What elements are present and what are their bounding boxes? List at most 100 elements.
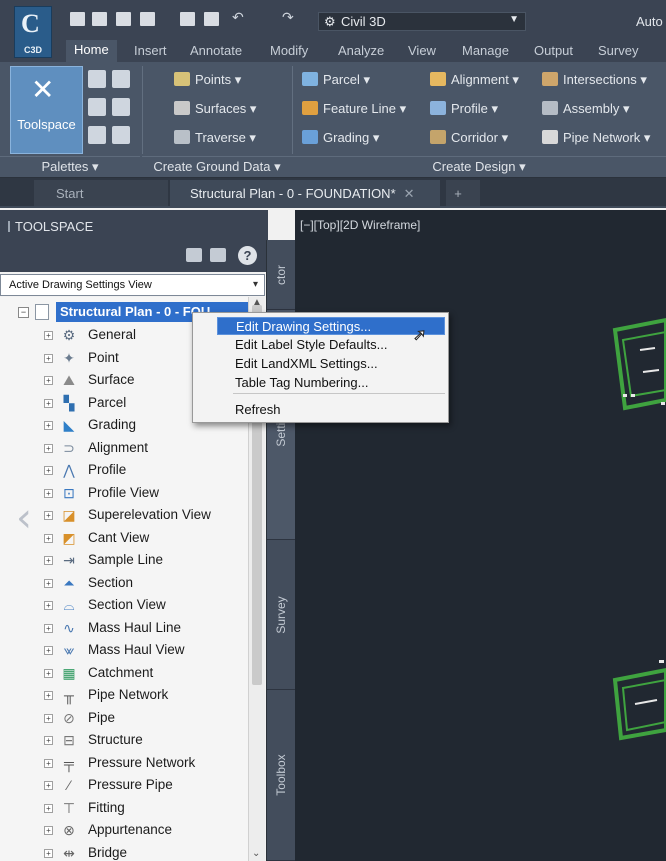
expand-icon[interactable]: +: [44, 758, 53, 768]
assembly-button[interactable]: Assembly ▾: [542, 101, 630, 117]
tree-item-label: Catchment: [88, 664, 154, 680]
expand-icon[interactable]: +: [44, 826, 53, 835]
expand-icon[interactable]: +: [44, 466, 53, 475]
alignment-button[interactable]: Alignment ▾: [430, 72, 519, 88]
close-icon[interactable]: ✕: [404, 186, 415, 201]
expand-icon[interactable]: +: [44, 398, 53, 408]
pipe-network-button[interactable]: Pipe Network ▾: [542, 130, 650, 146]
grading-button[interactable]: Grading ▾: [302, 130, 379, 146]
publish-icon[interactable]: [180, 12, 195, 26]
expand-icon[interactable]: +: [44, 578, 53, 588]
tab-annotate[interactable]: Annotate: [190, 43, 242, 58]
tab-home[interactable]: Home: [66, 40, 117, 62]
intersections-button[interactable]: Intersections ▾: [542, 72, 647, 88]
traverse-button[interactable]: Traverse ▾: [174, 130, 256, 146]
profile-button[interactable]: Profile ▾: [430, 101, 498, 117]
tab-view[interactable]: View: [408, 43, 436, 58]
expand-icon[interactable]: +: [44, 646, 53, 655]
plot-icon[interactable]: [204, 12, 219, 26]
expand-icon[interactable]: +: [44, 623, 53, 633]
tab-insert[interactable]: Insert: [134, 43, 167, 58]
scroll-down-icon[interactable]: ⌄: [252, 848, 260, 859]
expand-icon[interactable]: +: [44, 848, 53, 858]
expand-icon[interactable]: +: [44, 713, 53, 723]
corridor-button[interactable]: Corridor ▾: [430, 130, 508, 146]
expand-icon[interactable]: +: [44, 353, 53, 363]
foundation-object-lower[interactable]: [605, 650, 666, 750]
tab-start[interactable]: Start: [34, 180, 168, 206]
window-icon[interactable]: [210, 248, 226, 262]
create-ground-data-panel-title[interactable]: Create Ground Data ▾: [142, 156, 292, 178]
save-as-icon[interactable]: [140, 12, 155, 26]
help-icon[interactable]: ?: [238, 246, 257, 265]
expand-icon[interactable]: +: [44, 488, 53, 498]
new-tab-button[interactable]: +: [446, 180, 480, 206]
tree-item-label: Pressure Network: [88, 754, 196, 770]
expand-icon[interactable]: +: [44, 376, 53, 385]
section-view-icon: ⌓: [63, 597, 75, 613]
tab-survey[interactable]: Survey: [267, 540, 295, 690]
tab-manage[interactable]: Manage: [462, 43, 509, 58]
expand-icon[interactable]: +: [44, 736, 53, 745]
menu-item-edit-landxml-settings[interactable]: Edit LandXML Settings...: [217, 355, 445, 373]
points-button[interactable]: Points ▾: [174, 72, 241, 88]
tab-prospector[interactable]: ctor: [267, 240, 295, 310]
menu-item-refresh[interactable]: Refresh: [217, 401, 445, 419]
chevron-left-icon[interactable]: ‹: [16, 495, 32, 541]
profile-view-icon: ⊡: [63, 484, 75, 501]
viewport-controls[interactable]: [−][Top][2D Wireframe]: [300, 218, 420, 232]
panorama-icon[interactable]: [88, 98, 106, 116]
open-icon[interactable]: [92, 12, 107, 26]
surfaces-button[interactable]: Surfaces ▾: [174, 101, 256, 117]
expand-icon[interactable]: +: [44, 443, 53, 453]
tab-start-label: Start: [56, 186, 84, 201]
new-icon[interactable]: [70, 12, 85, 26]
expand-icon[interactable]: +: [44, 331, 53, 340]
expand-icon[interactable]: +: [44, 803, 53, 813]
app-menu-button[interactable]: C C3D: [14, 6, 52, 58]
tab-survey-label: Survey: [274, 595, 288, 634]
ground-data-label: Create Ground Data: [153, 159, 271, 174]
expand-icon[interactable]: +: [44, 511, 53, 520]
save-icon[interactable]: [116, 12, 131, 26]
tab-modify[interactable]: Modify: [270, 43, 308, 58]
collapse-icon[interactable]: −: [18, 307, 29, 318]
view-select[interactable]: Active Drawing Settings View ▾: [0, 274, 265, 296]
expand-icon[interactable]: +: [44, 601, 53, 610]
design-center-icon[interactable]: [112, 126, 130, 144]
foundation-object-upper[interactable]: [595, 310, 666, 420]
expand-icon[interactable]: +: [44, 668, 53, 678]
menu-item-edit-drawing-settings[interactable]: Edit Drawing Settings...: [217, 317, 445, 335]
tree-item-label: Profile: [88, 462, 127, 477]
prospector-icon[interactable]: [88, 70, 106, 88]
workspace-dropdown[interactable]: ⚙ Civil 3D ▼: [318, 12, 526, 31]
tab-analyze[interactable]: Analyze: [338, 43, 384, 58]
drawing-viewport[interactable]: [−][Top][2D Wireframe]: [295, 210, 666, 861]
undo-icon[interactable]: ↶: [232, 9, 244, 26]
toolspace-button[interactable]: ✕ Toolspace: [10, 66, 83, 154]
create-design-panel-title[interactable]: Create Design ▾: [292, 156, 666, 178]
palettes-panel-title[interactable]: Palettes ▾: [0, 156, 140, 178]
expand-icon[interactable]: +: [44, 691, 53, 700]
corridor-icon: [430, 130, 446, 144]
pipe-network-icon: [542, 130, 558, 144]
parcel-button[interactable]: Parcel ▾: [302, 72, 370, 88]
tab-active-drawing[interactable]: Structural Plan - 0 - FOUNDATION* ✕: [170, 180, 440, 206]
expand-icon[interactable]: +: [44, 556, 53, 565]
tab-survey[interactable]: Survey: [598, 43, 638, 58]
mass-haul-line-icon: ∿: [63, 619, 75, 636]
menu-item-edit-label-style-defaults[interactable]: Edit Label Style Defaults...: [217, 336, 445, 354]
tab-output[interactable]: Output: [534, 43, 573, 58]
expand-icon[interactable]: +: [44, 421, 53, 430]
menu-item-table-tag-numbering[interactable]: Table Tag Numbering...: [217, 374, 445, 392]
expand-icon[interactable]: +: [44, 781, 53, 790]
properties-icon[interactable]: [112, 98, 130, 116]
sort-icon[interactable]: [186, 248, 202, 262]
mouse-cursor-icon: ➚: [412, 327, 427, 345]
feature-line-button[interactable]: Feature Line ▾: [302, 101, 406, 117]
tab-toolbox[interactable]: Toolbox: [267, 690, 295, 861]
layers-icon[interactable]: [88, 126, 106, 144]
settings-icon[interactable]: [112, 70, 130, 88]
redo-icon[interactable]: ↷: [282, 9, 294, 26]
expand-icon[interactable]: +: [44, 533, 53, 543]
